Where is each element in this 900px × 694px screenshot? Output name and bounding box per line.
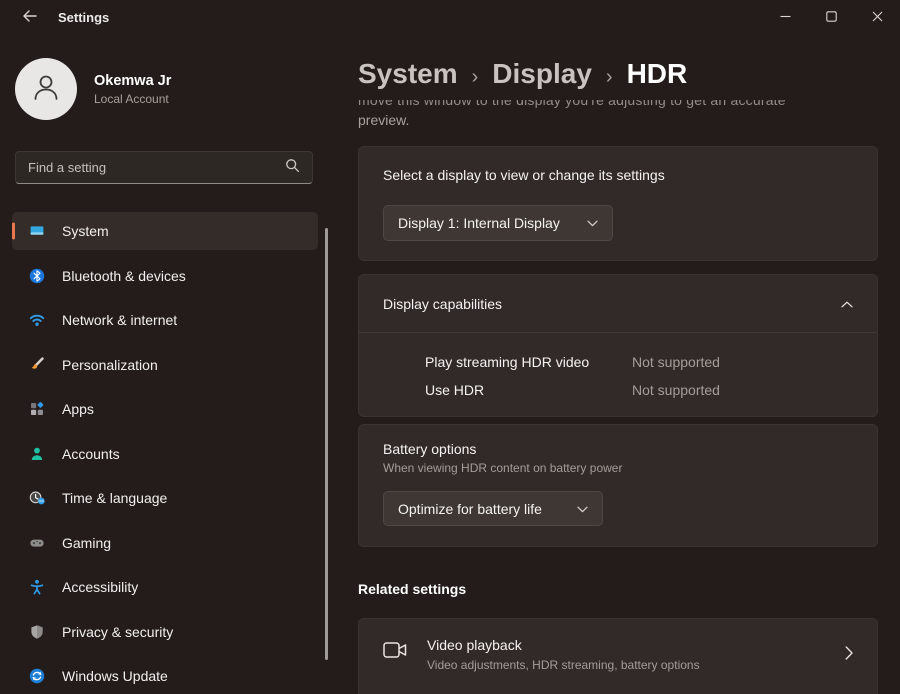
apps-icon [29,401,45,417]
windows-update-icon [29,668,45,684]
time-language-icon [29,490,45,506]
display-capabilities-expander[interactable]: Display capabilities [359,275,877,332]
sidebar-item-time-language[interactable]: Time & language [12,479,318,517]
display-select-value: Display 1: Internal Display [398,215,560,231]
intro-text-tail: preview. [358,110,878,130]
display-capabilities-title: Display capabilities [383,296,502,312]
search-input[interactable] [28,160,285,175]
capability-label: Use HDR [425,382,632,398]
sidebar-item-label: Windows Update [62,668,168,684]
system-icon [29,223,45,239]
sidebar-item-personalization[interactable]: Personalization [12,346,318,384]
video-playback-title: Video playback [427,635,827,655]
battery-options-dropdown[interactable]: Optimize for battery life [383,491,603,526]
search-icon [285,158,300,178]
select-display-label: Select a display to view or change its s… [383,167,853,183]
avatar [15,58,77,120]
sidebar-scrollbar[interactable] [325,228,328,660]
sidebar-item-system[interactable]: System [12,212,318,250]
sidebar-item-label: Accessibility [62,579,138,595]
sidebar-item-label: Time & language [62,490,167,506]
profile-name: Okemwa Jr [94,73,171,89]
select-display-card: Select a display to view or change its s… [358,146,878,261]
sidebar-item-privacy-security[interactable]: Privacy & security [12,613,318,651]
breadcrumb-separator: › [606,66,613,89]
intro-text-clipped: move this window to the display you're a… [358,100,878,108]
video-camera-icon [383,647,408,664]
sidebar-item-accounts[interactable]: Accounts [12,435,318,473]
sidebar-item-label: System [62,223,109,239]
breadcrumb-display[interactable]: Display [492,58,592,90]
sidebar-item-label: Bluetooth & devices [62,268,186,284]
sidebar-item-label: Privacy & security [62,624,173,640]
capability-row: Use HDR Not supported [425,376,853,404]
sidebar-item-windows-update[interactable]: Windows Update [12,657,318,694]
chevron-down-icon [587,214,598,232]
chevron-down-icon [577,500,588,518]
profile-account-type: Local Account [94,92,171,106]
network-icon [29,312,45,328]
breadcrumb: System › Display › HDR [358,58,878,90]
sidebar-nav: System Bluetooth & devices Network & int… [12,212,318,694]
battery-options-card: Battery options When viewing HDR content… [358,424,878,547]
breadcrumb-hdr: HDR [627,58,688,90]
privacy-security-icon [29,624,45,640]
sidebar-item-label: Network & internet [62,312,177,328]
related-settings-heading: Related settings [358,581,878,597]
user-profile: Okemwa Jr Local Account [15,58,171,120]
accessibility-icon [29,579,45,595]
personalization-icon [29,357,45,373]
battery-options-value: Optimize for battery life [398,501,542,517]
breadcrumb-separator: › [472,66,479,89]
sidebar-item-label: Apps [62,401,94,417]
person-icon [29,70,63,109]
sidebar-item-network-internet[interactable]: Network & internet [12,301,318,339]
back-button[interactable] [10,2,48,34]
sidebar-item-apps[interactable]: Apps [12,390,318,428]
main-content: System › Display › HDR move this window … [358,0,878,694]
gaming-icon [29,535,45,551]
sidebar-item-accessibility[interactable]: Accessibility [12,568,318,606]
back-arrow-icon [22,9,37,27]
app-title: Settings [58,0,109,36]
capability-label: Play streaming HDR video [425,354,632,370]
chevron-up-icon [841,295,853,313]
breadcrumb-system[interactable]: System [358,58,458,90]
display-select-dropdown[interactable]: Display 1: Internal Display [383,205,613,241]
sidebar-item-label: Gaming [62,535,111,551]
selected-indicator [12,223,15,240]
capability-row: Play streaming HDR video Not supported [425,348,853,376]
search-box[interactable] [15,151,313,184]
bluetooth-icon [29,268,45,284]
battery-options-title: Battery options [383,441,853,457]
sidebar-item-label: Personalization [62,357,158,373]
battery-options-subtitle: When viewing HDR content on battery powe… [383,461,853,475]
video-playback-subtitle: Video adjustments, HDR streaming, batter… [427,656,827,674]
display-capabilities-card: Display capabilities Play streaming HDR … [358,274,878,417]
sidebar-item-bluetooth-devices[interactable]: Bluetooth & devices [12,257,318,295]
sidebar-item-gaming[interactable]: Gaming [12,524,318,562]
accounts-icon [29,446,45,462]
capability-value: Not supported [632,382,720,398]
video-playback-card[interactable]: Video playback Video adjustments, HDR st… [358,618,878,694]
capability-value: Not supported [632,354,720,370]
sidebar-item-label: Accounts [62,446,120,462]
chevron-right-icon [845,646,853,665]
